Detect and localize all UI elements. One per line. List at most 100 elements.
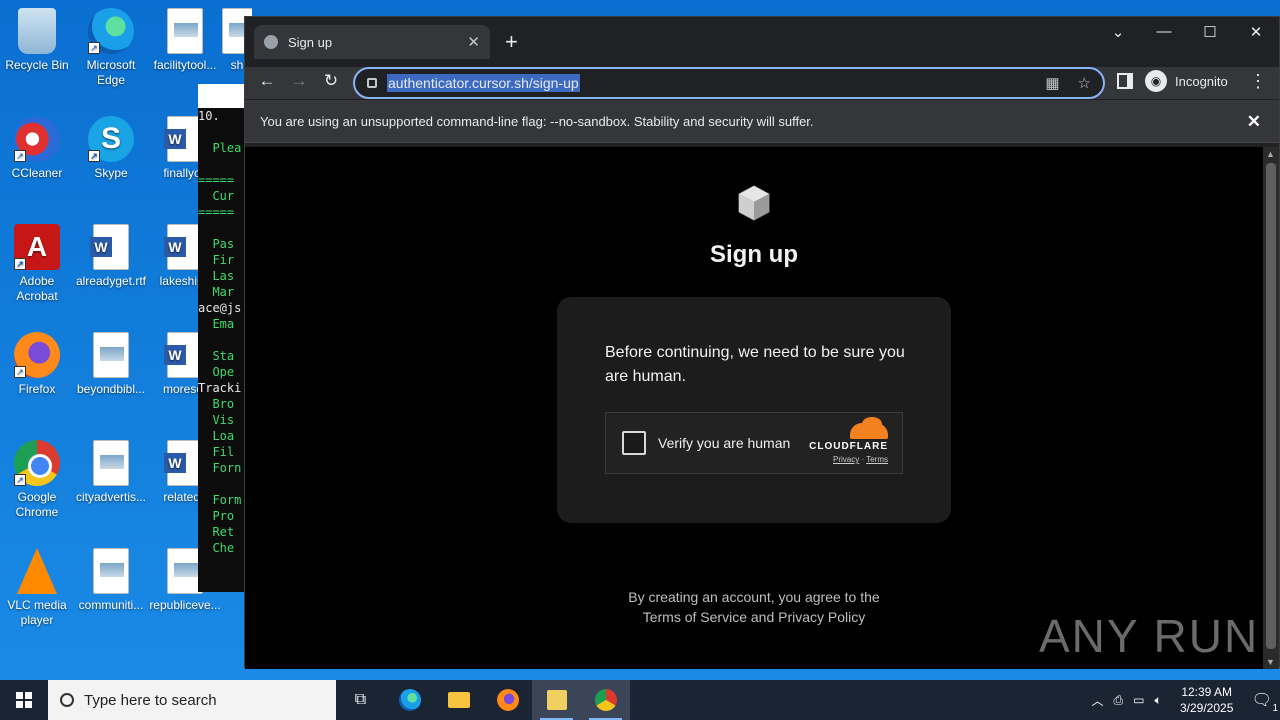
- desktop-icon-label: Adobe Acrobat: [16, 274, 58, 303]
- desktop-icon-firefox[interactable]: ↗ Firefox: [0, 332, 74, 397]
- network-icon[interactable]: ▭: [1133, 693, 1144, 707]
- word-document-icon: [90, 224, 129, 270]
- tab-close-icon[interactable]: ✕: [467, 33, 480, 51]
- verify-label[interactable]: Verify you are human: [658, 435, 790, 451]
- desktop-icon-google-chrome[interactable]: ↗ Google Chrome: [0, 440, 74, 520]
- clock-time: 12:39 AM: [1181, 685, 1233, 699]
- console-title: C:\: [204, 88, 224, 101]
- desktop-icon-alreadyget[interactable]: alreadyget.rtf: [74, 224, 148, 289]
- taskbar-chrome[interactable]: [581, 680, 630, 720]
- image-file-icon: [93, 548, 129, 594]
- warning-infobar: You are using an unsupported command-lin…: [245, 99, 1279, 143]
- desktop-icon-cityadvertis[interactable]: cityadvertis...: [74, 440, 148, 505]
- taskbar-search[interactable]: Type here to search: [48, 680, 336, 720]
- device-icon[interactable]: ⎙: [1114, 693, 1124, 708]
- verification-card: Before continuing, we need to be sure yo…: [557, 297, 951, 523]
- task-view-button[interactable]: ⧉: [336, 680, 385, 720]
- shortcut-arrow-icon: ↗: [14, 366, 26, 378]
- desktop-icon-adobe-acrobat[interactable]: A ↗ Adobe Acrobat: [0, 224, 74, 304]
- system-tray: ︿ ⎙ ▭ 🔈︎ 12:39 AM 3/29/2025 🗨︎ 1: [1092, 684, 1280, 716]
- page-scrollbar[interactable]: ▲ ▼: [1263, 147, 1279, 669]
- desktop-icon-facilitytool[interactable]: facilitytool...: [148, 8, 222, 73]
- acrobat-icon: A ↗: [14, 224, 60, 270]
- terms-link[interactable]: Terms: [866, 455, 888, 464]
- qr-code-icon[interactable]: ▦: [1045, 74, 1059, 92]
- close-window-button[interactable]: ✕: [1241, 23, 1271, 41]
- desktop-icon-label: alreadyget.rtf: [75, 274, 147, 288]
- back-arrow-icon[interactable]: ←: [255, 71, 279, 91]
- scroll-up-arrow-icon[interactable]: ▲: [1266, 149, 1275, 159]
- bookmark-star-icon[interactable]: ☆: [1078, 74, 1091, 92]
- notification-count: 1: [1272, 703, 1278, 714]
- image-file-icon: [93, 440, 129, 486]
- scrollbar-thumb[interactable]: [1266, 163, 1276, 649]
- lock-icon[interactable]: [367, 78, 377, 88]
- infobar-close-icon[interactable]: ✕: [1247, 112, 1261, 132]
- url-text[interactable]: authenticator.cursor.sh/sign-up: [387, 74, 580, 92]
- desktop-icon-label: VLC media player: [7, 598, 67, 627]
- desktop-icon-microsoft-edge[interactable]: ↗ Microsoft Edge: [74, 8, 148, 88]
- verify-checkbox[interactable]: [622, 431, 646, 455]
- desktop-icon-label: Google Chrome: [15, 490, 59, 519]
- desktop-icon-ccleaner[interactable]: ↗ CCleaner: [0, 116, 74, 181]
- desktop-icon-vlc[interactable]: VLC media player: [0, 548, 74, 628]
- start-button[interactable]: [0, 680, 48, 720]
- link-separator: ·: [861, 455, 865, 464]
- tab-search-chevron-icon[interactable]: ⌄: [1103, 23, 1133, 41]
- scroll-down-arrow-icon[interactable]: ▼: [1266, 657, 1275, 667]
- browser-toolbar: ← → ↻ authenticator.cursor.sh/sign-up ▦ …: [245, 67, 1279, 99]
- clock-date: 3/29/2025: [1179, 701, 1234, 715]
- kebab-menu-icon[interactable]: ⋮: [1249, 71, 1267, 92]
- desktop-icon-label: Microsoft Edge: [86, 58, 136, 87]
- firefox-icon: ↗: [14, 332, 60, 378]
- taskbar-firefox[interactable]: [483, 680, 532, 720]
- clock[interactable]: 12:39 AM 3/29/2025: [1172, 684, 1242, 716]
- edge-icon: ↗: [88, 8, 134, 54]
- desktop-icon-label: Recycle Bin: [5, 58, 69, 72]
- tab-sign-up[interactable]: Sign up ✕: [254, 25, 490, 59]
- desktop-icon-beyondbibl[interactable]: beyondbibl...: [74, 332, 148, 397]
- volume-icon[interactable]: 🔈︎: [1154, 693, 1161, 708]
- search-placeholder: Type here to search: [84, 691, 217, 709]
- desktop-icon-label: Skype: [94, 166, 128, 180]
- browser-window: Sign up ✕ + ⌄ — ☐ ✕ ← → ↻ authenticator.…: [244, 16, 1280, 669]
- shortcut-arrow-icon: ↗: [88, 150, 100, 162]
- minimize-button[interactable]: —: [1149, 23, 1179, 40]
- incognito-icon: ◉: [1145, 70, 1167, 92]
- chevron-up-icon[interactable]: ︿: [1092, 692, 1104, 709]
- side-panel-icon[interactable]: [1117, 73, 1133, 89]
- anyrun-watermark: ANY RUN: [1039, 610, 1260, 662]
- cloudflare-cloud-icon: [850, 417, 888, 439]
- chrome-icon: ↗: [14, 440, 60, 486]
- task-view-icon: ⧉: [354, 691, 367, 708]
- tab-strip: Sign up ✕ + ⌄ — ☐ ✕: [245, 17, 1279, 67]
- forward-arrow-icon[interactable]: →: [287, 71, 311, 91]
- terms-line-1: By creating an account, you agree to the: [628, 589, 880, 605]
- address-bar[interactable]: authenticator.cursor.sh/sign-up ▦ ☆: [353, 67, 1105, 99]
- taskbar: Type here to search ⧉ ︿ ⎙ ▭ 🔈︎ 12:39 AM …: [0, 680, 1280, 720]
- desktop-icon-skype[interactable]: S ↗ Skype: [74, 116, 148, 181]
- shortcut-arrow-icon: ↗: [88, 42, 100, 54]
- search-icon: [60, 693, 74, 707]
- incognito-label: Incognito: [1175, 73, 1228, 89]
- reload-icon[interactable]: ↻: [319, 71, 343, 91]
- taskbar-script-host[interactable]: [532, 680, 581, 720]
- maximize-button[interactable]: ☐: [1195, 23, 1225, 41]
- desktop-icon-communiti[interactable]: communiti...: [74, 548, 148, 613]
- notification-icon[interactable]: 🗨︎ 1: [1252, 690, 1278, 714]
- image-file-icon: [93, 332, 129, 378]
- recycle-bin-icon: [18, 8, 56, 54]
- desktop-icon-recycle-bin[interactable]: Recycle Bin: [0, 8, 74, 73]
- globe-icon: [264, 35, 278, 49]
- privacy-link[interactable]: Privacy: [833, 455, 859, 464]
- shortcut-arrow-icon: ↗: [14, 258, 26, 270]
- taskbar-file-explorer[interactable]: [434, 680, 483, 720]
- shortcut-arrow-icon: ↗: [14, 474, 26, 486]
- tab-title: Sign up: [288, 34, 333, 50]
- new-tab-button[interactable]: +: [505, 29, 518, 55]
- incognito-indicator[interactable]: ◉ Incognito: [1145, 70, 1228, 92]
- taskbar-edge[interactable]: [385, 680, 434, 720]
- cloudflare-logo-text: CLOUDFLARE: [809, 441, 888, 452]
- page-title: Sign up: [710, 241, 798, 268]
- page-content: Sign up Before continuing, we need to be…: [245, 147, 1263, 669]
